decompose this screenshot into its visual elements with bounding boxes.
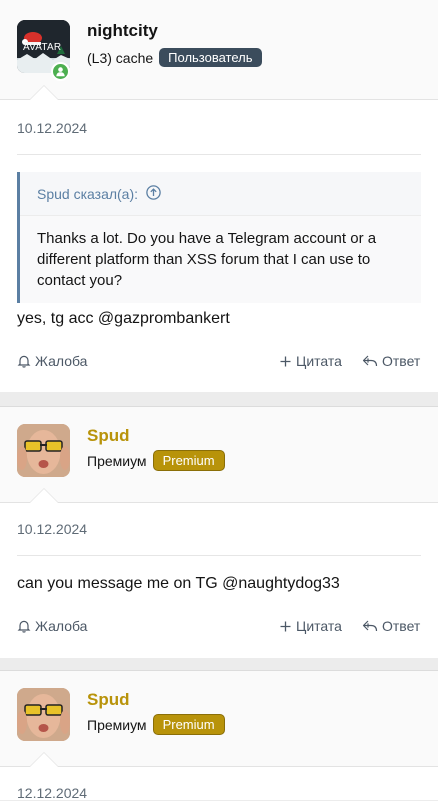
user-info: Премиум Premium: [87, 450, 225, 471]
username[interactable]: Spud: [87, 690, 130, 710]
username[interactable]: Spud: [87, 426, 130, 446]
post-3: Spud Премиум Premium 12.12.2024: [0, 670, 438, 801]
username[interactable]: nightcity: [87, 21, 158, 41]
report-button[interactable]: Жалоба: [17, 353, 87, 369]
report-button[interactable]: Жалоба: [17, 618, 87, 634]
reply-button[interactable]: Ответ: [362, 353, 420, 369]
post-actions: Жалоба Цитата Ответ: [17, 618, 421, 638]
quote-header: Spud сказал(а):: [20, 172, 421, 216]
post-1: AVATAR nightcity (L3) cache Пользователь…: [0, 0, 438, 392]
reply-icon: [362, 620, 378, 632]
avatar-image: [17, 688, 70, 741]
bell-icon: [17, 620, 31, 633]
quote-label: Цитата: [296, 353, 342, 369]
quote-label: Цитата: [296, 618, 342, 634]
plus-icon: [280, 356, 291, 366]
user-badge: Пользователь: [159, 48, 262, 67]
user-title: Премиум: [87, 716, 147, 733]
post-header: AVATAR nightcity (L3) cache Пользователь: [0, 0, 438, 100]
avatar[interactable]: [17, 424, 70, 477]
post-header: Spud Премиум Premium: [0, 407, 438, 503]
quote-author[interactable]: Spud сказал(а):: [37, 186, 138, 202]
post-separator: [0, 658, 438, 670]
post-header: Spud Премиум Premium: [0, 671, 438, 767]
reply-label: Ответ: [382, 618, 421, 634]
quote-button[interactable]: Цитата: [279, 618, 342, 634]
quote-text: Thanks a lot. Do you have a Telegram acc…: [20, 216, 421, 303]
post-date[interactable]: 12.12.2024: [17, 785, 87, 801]
header-arrow-fill: [30, 489, 58, 503]
divider: [17, 555, 421, 556]
header-arrow-fill: [30, 86, 58, 100]
post-separator: [0, 392, 438, 406]
header-arrow-fill: [30, 753, 58, 767]
reply-button[interactable]: Ответ: [362, 618, 420, 634]
bell-icon: [17, 355, 31, 368]
user-title: Премиум: [87, 452, 147, 469]
report-label: Жалоба: [35, 353, 88, 369]
message-text: yes, tg acc @gazprombankert: [17, 310, 230, 327]
post-2: Spud Премиум Premium 10.12.2024 can you …: [0, 406, 438, 658]
arrow-up-circle-icon[interactable]: [146, 184, 161, 203]
online-status-icon: [51, 62, 70, 81]
user-info: (L3) cache Пользователь: [87, 48, 262, 67]
avatar-image: [17, 424, 70, 477]
reply-icon: [362, 355, 378, 367]
post-date[interactable]: 10.12.2024: [17, 120, 87, 136]
user-title: (L3) cache: [87, 49, 154, 66]
quote-button[interactable]: Цитата: [279, 353, 342, 369]
post-date[interactable]: 10.12.2024: [17, 521, 87, 537]
user-info: Премиум Premium: [87, 714, 225, 735]
divider: [17, 154, 421, 155]
reply-label: Ответ: [382, 353, 421, 369]
avatar[interactable]: [17, 688, 70, 741]
message-text: can you message me on TG @naughtydog33: [17, 575, 340, 592]
plus-icon: [280, 621, 291, 631]
post-actions: Жалоба Цитата Ответ: [17, 353, 421, 373]
avatar-label: AVATAR: [23, 42, 62, 53]
premium-badge: Premium: [152, 450, 225, 471]
premium-badge: Premium: [152, 714, 225, 735]
quote-block: Spud сказал(а): Thanks a lot. Do you hav…: [17, 172, 421, 303]
report-label: Жалоба: [35, 618, 88, 634]
